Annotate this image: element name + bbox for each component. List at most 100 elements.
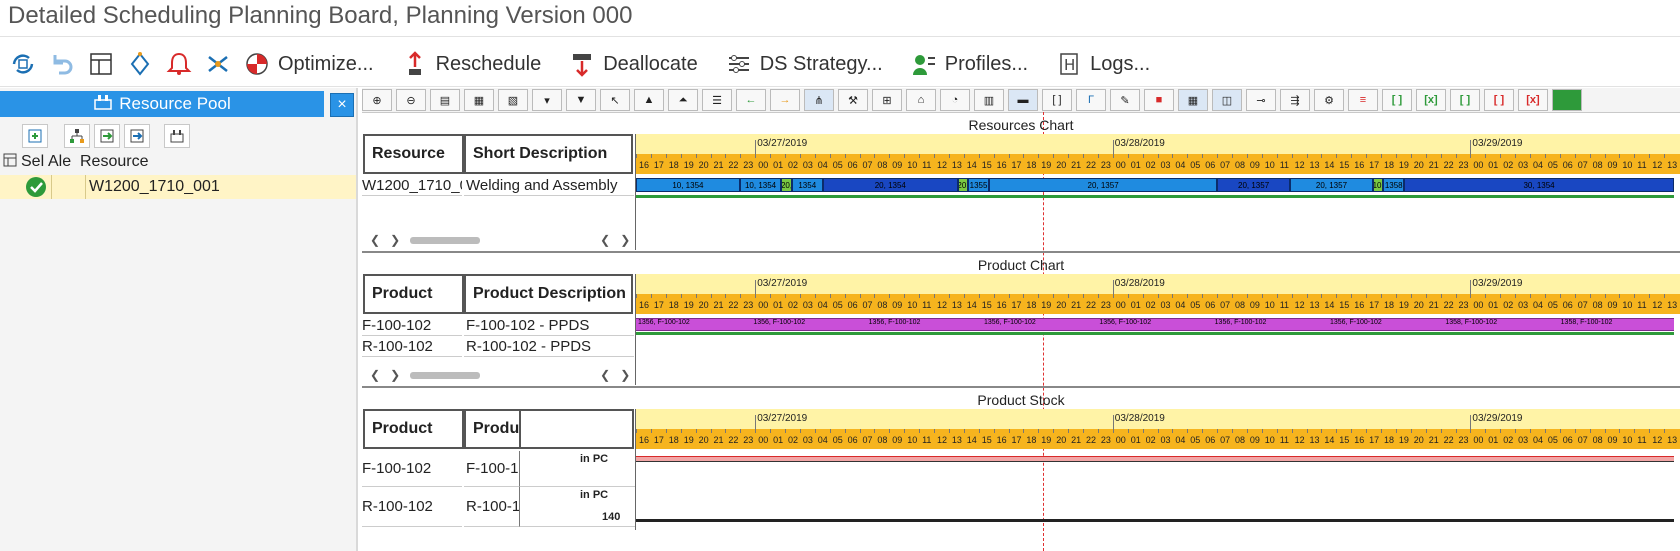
bracket-icon[interactable]: Γ — [1076, 89, 1106, 111]
expand-icon[interactable]: ▲ — [634, 89, 664, 111]
list-icon[interactable]: ☰ — [702, 89, 732, 111]
collapse-all-icon[interactable]: ▼ — [566, 89, 596, 111]
operation-bar[interactable]: 10, 1354 — [739, 178, 782, 192]
product-cell[interactable]: F-100-102 — [362, 316, 462, 336]
list-red-icon[interactable]: ≡ — [1348, 89, 1378, 111]
alert-icon[interactable] — [164, 49, 194, 79]
bar-icon[interactable]: ▬ — [1008, 89, 1038, 111]
operation-bar[interactable]: 10, — [1372, 178, 1384, 192]
expand-all-icon[interactable]: ⏶ — [668, 89, 698, 111]
stock-desc-cell[interactable]: R-100-10 — [464, 487, 519, 527]
stock-product-cell[interactable]: R-100-102 — [362, 487, 462, 527]
stock-product-cell[interactable]: F-100-102 — [362, 451, 462, 487]
bracket-open-icon[interactable]: [ ] — [1042, 89, 1072, 111]
grid-icon[interactable]: ▦ — [1178, 89, 1208, 111]
hierarchy-icon[interactable] — [64, 124, 90, 148]
product-desc-cell[interactable]: F-100-102 - PPDS — [464, 316, 634, 336]
stock-desc-cell[interactable]: F-100-10 — [464, 451, 519, 487]
bracket-x-red-icon[interactable]: [x] — [1518, 89, 1548, 111]
operation-bar[interactable]: 20, — [957, 178, 969, 192]
bracket-x-green-icon[interactable]: [x] — [1416, 89, 1446, 111]
col-stock-qty-header[interactable] — [519, 409, 634, 449]
product-gantt[interactable]: 03/27/2019 03/28/2019 03/29/2019 16 17 18 19 2… — [636, 274, 1680, 384]
product-table-scrollbar[interactable]: ❮ ❯ ❮ ❯ — [370, 367, 630, 383]
profiles-button[interactable]: Profiles... — [909, 49, 1028, 79]
col-product-desc-header[interactable]: Product Description — [464, 274, 633, 314]
color-icon[interactable]: ■ — [1144, 89, 1174, 111]
doc-icon[interactable]: ▦ — [464, 89, 494, 111]
col-stock-product-header[interactable]: Product — [363, 409, 464, 449]
table-row[interactable]: W1200_1710_001 — [0, 175, 356, 199]
operation-bar[interactable]: 20, 1354 — [822, 178, 958, 192]
operation-bar[interactable]: 20, — [781, 178, 792, 192]
col-resource[interactable]: Resource — [80, 153, 148, 171]
resource-settings-icon[interactable] — [164, 124, 190, 148]
calendar-icon[interactable]: ▥ — [974, 89, 1004, 111]
stock-chart[interactable]: 03/27/2019 03/28/2019 03/29/2019 16 17 18 19 2… — [636, 409, 1680, 551]
zoom-in-icon[interactable]: ⊕ — [362, 89, 392, 111]
network-view-icon[interactable]: ⋔ — [804, 89, 834, 111]
operation-bar[interactable]: 1355 — [968, 178, 989, 192]
arrow-right-icon[interactable]: → — [770, 89, 800, 111]
col-resource-header[interactable]: Resource — [363, 134, 464, 174]
product-bar[interactable]: 1356, F-100-102 1356, F-100-102 1356, F-10… — [636, 318, 1674, 331]
link-icon[interactable]: ⊸ — [1246, 89, 1276, 111]
tree-icon[interactable]: ⊞ — [872, 89, 902, 111]
col-stock-desc-header[interactable]: Produ — [464, 409, 521, 449]
table-settings-icon[interactable] — [3, 153, 21, 172]
green-block-icon[interactable] — [1552, 89, 1582, 111]
arrow-left-icon[interactable]: ← — [736, 89, 766, 111]
product-cell[interactable]: R-100-102 — [362, 337, 462, 357]
operator-icon[interactable]: ⚒ — [838, 89, 868, 111]
operation-bar[interactable]: 30, 1354 — [1404, 178, 1674, 192]
zoom-out-icon[interactable]: ⊖ — [396, 89, 426, 111]
import-icon[interactable] — [94, 124, 120, 148]
refresh-icon[interactable] — [8, 49, 38, 79]
schedule-icon[interactable] — [203, 49, 233, 79]
resource-cell[interactable]: W1200_1710_0 — [362, 176, 462, 196]
resource-table-scrollbar[interactable]: ❮ ❯ ❮ ❯ — [370, 232, 630, 248]
table-view-icon[interactable]: ▤ — [430, 89, 460, 111]
ds-strategy-button[interactable]: DS Strategy... — [724, 49, 883, 79]
col-sel[interactable]: Sel — [21, 153, 48, 171]
operation-bar[interactable]: 1354 — [791, 178, 823, 192]
gear-icon[interactable]: ⚙ — [1314, 89, 1344, 111]
operation-bar[interactable]: 10, 1354 — [636, 178, 740, 192]
pane-splitter[interactable] — [356, 88, 358, 551]
doc-list-icon[interactable]: ▧ — [498, 89, 528, 111]
tools-icon[interactable]: ✎ — [1110, 89, 1140, 111]
collapse-icon[interactable]: ▾ — [532, 89, 562, 111]
close-pool-button[interactable]: × — [330, 93, 354, 117]
product-desc-cell[interactable]: R-100-102 - PPDS — [464, 337, 634, 357]
col-short-desc-header[interactable]: Short Description — [464, 134, 633, 174]
flow-icon[interactable]: ⇶ — [1280, 89, 1310, 111]
resource-pool-header[interactable]: Resource Pool — [0, 91, 324, 117]
bracket-green2-icon[interactable]: [ ] — [1450, 89, 1480, 111]
undo-icon[interactable] — [47, 49, 77, 79]
section-divider[interactable] — [362, 251, 1680, 253]
network-icon[interactable] — [125, 49, 155, 79]
export-icon[interactable] — [124, 124, 150, 148]
layout-icon[interactable] — [86, 49, 116, 79]
chart-icon[interactable]: ◔ — [940, 89, 970, 111]
deallocate-button[interactable]: Deallocate — [567, 49, 698, 79]
bracket-green-icon[interactable]: [ ] — [1382, 89, 1412, 111]
col-ale[interactable]: Ale — [48, 153, 80, 171]
operation-bar[interactable]: 20, 1357 — [1217, 178, 1290, 192]
optimize-button[interactable]: Optimize... — [242, 49, 374, 79]
split-icon[interactable]: ◫ — [1212, 89, 1242, 111]
operation-bar[interactable]: 1358 — [1383, 178, 1405, 192]
bracket-red-icon[interactable]: [ ] — [1484, 89, 1514, 111]
factory-icon[interactable]: ⌂ — [906, 89, 936, 111]
cursor-icon[interactable]: ↖ — [600, 89, 630, 111]
col-product-header[interactable]: Product — [363, 274, 464, 314]
short-desc-cell[interactable]: Welding and Assembly — [464, 176, 634, 196]
add-resource-icon[interactable] — [22, 124, 48, 148]
operation-bar[interactable]: 20, 1357 — [988, 178, 1218, 192]
resource-bar-row[interactable]: 10, 1354 10, 1354 20, 1354 20, 1354 20, 1355 20… — [636, 178, 1680, 194]
operation-bar[interactable]: 20, 1357 — [1289, 178, 1373, 192]
logs-button[interactable]: H Logs... — [1054, 49, 1150, 79]
section-divider[interactable] — [362, 386, 1680, 388]
resources-gantt[interactable]: 03/27/2019 03/28/2019 03/29/2019 16 17 18 19 2… — [636, 134, 1680, 250]
reschedule-button[interactable]: Reschedule — [400, 49, 541, 79]
